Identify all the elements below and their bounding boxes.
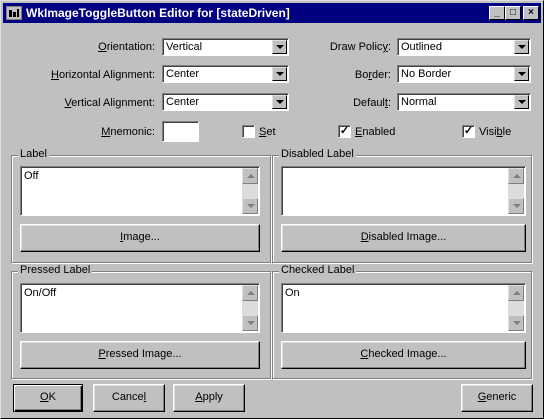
- set-checkbox[interactable]: [242, 125, 255, 138]
- minimize-button[interactable]: _: [489, 6, 505, 20]
- horizontal-alignment-combo[interactable]: Center: [162, 65, 289, 83]
- enabled-checkbox[interactable]: ✓: [338, 125, 351, 138]
- pressed-label-scrollbar[interactable]: [242, 285, 258, 331]
- ok-button[interactable]: OK: [13, 384, 83, 412]
- pressed-image-button[interactable]: Pressed Image...: [20, 341, 260, 369]
- label-group-title: Label: [18, 148, 49, 160]
- arrow-down-icon[interactable]: [508, 315, 524, 331]
- checked-label-text: On: [285, 287, 300, 299]
- visible-label[interactable]: Visible: [479, 126, 511, 138]
- vertical-alignment-label: Vertical Alignment:: [64, 97, 156, 109]
- checked-label-text-area[interactable]: On: [281, 283, 526, 333]
- chevron-down-icon[interactable]: [272, 95, 287, 109]
- default-combo[interactable]: Normal: [397, 93, 531, 111]
- arrow-up-icon[interactable]: [242, 168, 258, 184]
- disabled-image-button[interactable]: Disabled Image...: [281, 224, 526, 252]
- checked-image-button[interactable]: Checked Image...: [281, 341, 526, 369]
- disabled-label-text-area[interactable]: [281, 166, 526, 216]
- label-scrollbar[interactable]: [242, 168, 258, 214]
- chevron-down-icon[interactable]: [272, 40, 287, 54]
- chevron-down-icon[interactable]: [514, 95, 529, 109]
- disabled-label-group-title: Disabled Label: [279, 148, 356, 160]
- close-button[interactable]: ×: [523, 6, 539, 20]
- enabled-label[interactable]: Enabled: [355, 126, 395, 138]
- arrow-up-icon[interactable]: [508, 285, 524, 301]
- apply-button[interactable]: Apply: [173, 384, 245, 412]
- visible-checkbox[interactable]: ✓: [462, 125, 475, 138]
- border-value: No Border: [401, 68, 452, 80]
- cancel-button[interactable]: Cancel: [93, 384, 165, 412]
- arrow-up-icon[interactable]: [508, 168, 524, 184]
- set-label[interactable]: Set: [259, 126, 276, 138]
- border-label: Border:: [354, 69, 391, 81]
- disabled-label-scrollbar[interactable]: [508, 168, 524, 214]
- pressed-label-text: On/Off: [24, 287, 57, 299]
- mnemonic-label: Mnemonic:: [101, 126, 155, 138]
- chevron-down-icon[interactable]: [514, 40, 529, 54]
- image-button[interactable]: Image...: [20, 224, 260, 252]
- vertical-alignment-combo[interactable]: Center: [162, 93, 289, 111]
- editor-window: WkImageToggleButton Editor for [stateDri…: [0, 0, 544, 419]
- border-combo[interactable]: No Border: [397, 65, 531, 83]
- chevron-down-icon[interactable]: [272, 67, 287, 81]
- vertical-alignment-value: Center: [166, 96, 200, 108]
- draw-policy-combo[interactable]: Outlined: [397, 38, 531, 56]
- pressed-label-group-title: Pressed Label: [18, 264, 93, 276]
- pressed-label-text-area[interactable]: On/Off: [20, 283, 260, 333]
- default-label: Default:: [353, 97, 391, 109]
- generic-button[interactable]: Generic: [461, 384, 533, 412]
- window-title: WkImageToggleButton Editor for [stateDri…: [26, 6, 290, 20]
- default-value: Normal: [401, 96, 437, 108]
- orientation-label: Orientation:: [98, 41, 155, 53]
- app-window-icon[interactable]: [6, 6, 22, 20]
- arrow-down-icon[interactable]: [508, 198, 524, 214]
- arrow-up-icon[interactable]: [242, 285, 258, 301]
- arrow-down-icon[interactable]: [242, 198, 258, 214]
- draw-policy-label: Draw Policy:: [329, 41, 391, 53]
- mnemonic-input[interactable]: [162, 121, 199, 142]
- horizontal-alignment-label: Horizontal Alignment:: [51, 69, 155, 81]
- checked-label-scrollbar[interactable]: [508, 285, 524, 331]
- orientation-combo[interactable]: Vertical: [162, 38, 289, 56]
- label-text-area[interactable]: Off: [20, 166, 260, 216]
- arrow-down-icon[interactable]: [242, 315, 258, 331]
- maximize-button[interactable]: □: [505, 6, 521, 20]
- horizontal-alignment-value: Center: [166, 68, 200, 80]
- label-text: Off: [24, 170, 39, 182]
- chevron-down-icon[interactable]: [514, 67, 529, 81]
- checked-label-group-title: Checked Label: [279, 264, 357, 276]
- draw-policy-value: Outlined: [401, 41, 442, 53]
- orientation-value: Vertical: [166, 41, 203, 53]
- title-bar[interactable]: WkImageToggleButton Editor for [stateDri…: [3, 3, 541, 23]
